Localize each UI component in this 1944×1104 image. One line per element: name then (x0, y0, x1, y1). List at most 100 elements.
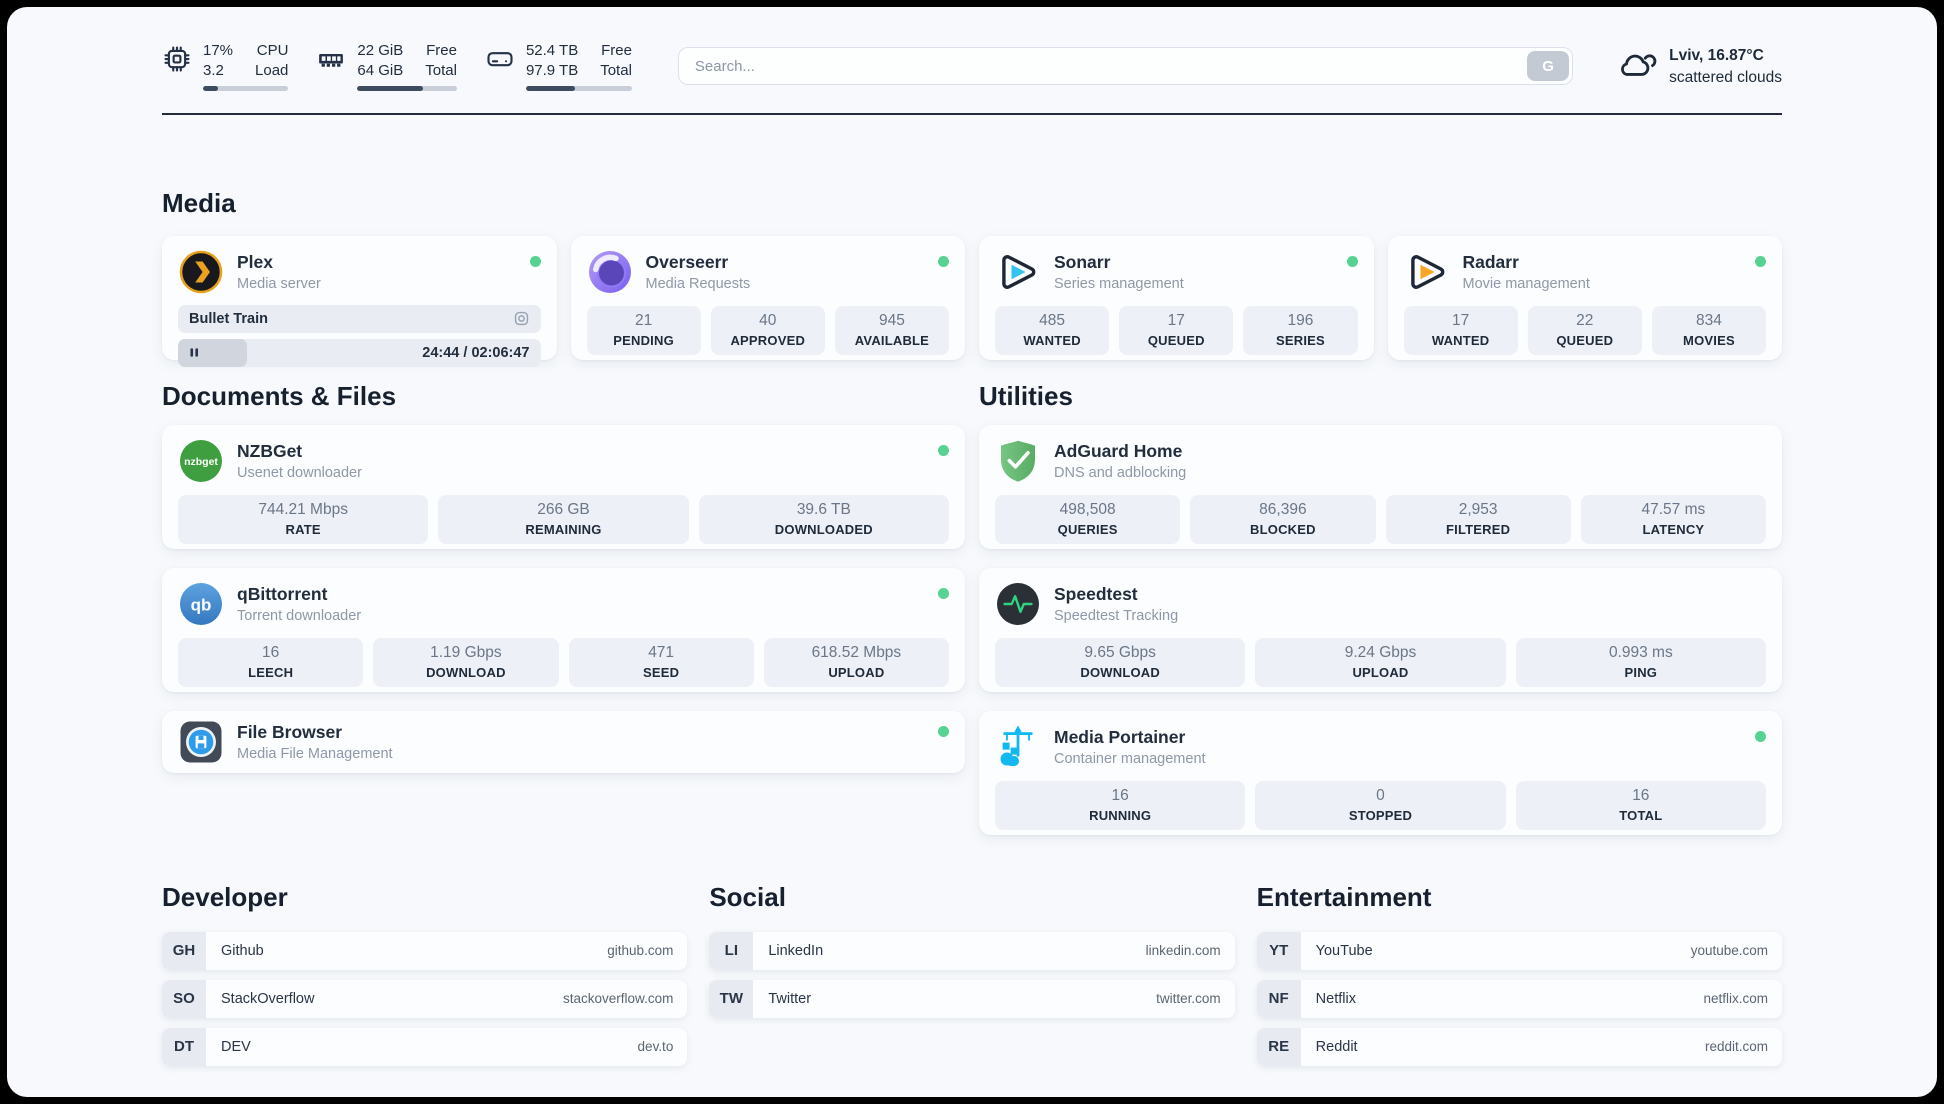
bookmark-group-developer: Developer GH Github github.com SO StackO… (162, 881, 688, 1076)
utilities-column: Utilities AdGuard Home DNS and adblockin… (979, 380, 1782, 835)
status-dot (938, 255, 949, 267)
weather-location: Lviv, 16.87°C (1669, 47, 1764, 64)
status-dot (938, 725, 949, 737)
nzbget-icon: nzbget (178, 438, 224, 484)
app-card-qbittorrent[interactable]: qb qBittorrent Torrent downloader 16 LEE… (162, 567, 965, 692)
bookmark-name: LinkedIn (768, 942, 824, 959)
memory-free-value: 22 GiB (357, 42, 404, 59)
cpu-usage-value: 17% (203, 42, 234, 59)
stat-pending: 21 PENDING (586, 305, 701, 355)
bookmark-url: github.com (607, 943, 674, 959)
memory-widget: 22 GiB 64 GiB Free Total (316, 41, 457, 91)
svg-text:qb: qb (191, 595, 212, 614)
bookmark-youtube[interactable]: YT YouTube youtube.com (1256, 931, 1782, 970)
memory-free-label: Free (426, 42, 457, 59)
disk-progress-fill (525, 85, 575, 91)
app-title: Plex (237, 251, 273, 272)
app-card-portainer[interactable]: Media Portainer Container management 16 … (979, 710, 1782, 835)
stat-queries: 498,508 QUERIES (995, 494, 1181, 544)
now-playing-title-row: Bullet Train (178, 304, 541, 333)
pause-button[interactable] (189, 347, 200, 358)
weather-widget: Lviv, 16.87°C scattered clouds (1615, 45, 1782, 88)
bookmark-abbr: LI (709, 931, 754, 970)
bookmark-github[interactable]: GH Github github.com (162, 931, 688, 970)
bookmark-url: reddit.com (1704, 1039, 1768, 1055)
bookmark-name: Reddit (1315, 1038, 1358, 1055)
section-title-social: Social (709, 881, 786, 912)
bookmark-name: YouTube (1315, 942, 1373, 959)
app-card-filebrowser[interactable]: File Browser Media File Management (162, 710, 965, 773)
now-playing-title: Bullet Train (189, 310, 268, 327)
app-card-sonarr[interactable]: Sonarr Series management 485 WANTED 17 Q… (979, 235, 1374, 360)
disk-total-value: 97.9 TB (525, 61, 579, 79)
bookmark-stackoverflow[interactable]: SO StackOverflow stackoverflow.com (162, 979, 688, 1018)
disk-widget: 52.4 TB 97.9 TB Free Total (485, 41, 632, 91)
qbittorrent-icon: qb (178, 581, 224, 627)
cpu-progress-fill (203, 85, 218, 91)
section-title-media: Media (162, 187, 236, 218)
stat-approved: 40 APPROVED (710, 305, 825, 355)
app-title: Media Portainer (1054, 726, 1186, 747)
bookmark-twitter[interactable]: TW Twitter twitter.com (709, 979, 1235, 1018)
app-title: Overseerr (645, 251, 729, 272)
app-card-radarr[interactable]: Radarr Movie management 17 WANTED 22 QUE… (1387, 235, 1782, 360)
stat-blocked: 86,396 BLOCKED (1190, 494, 1376, 544)
bookmark-name: Netflix (1315, 990, 1356, 1007)
weather-condition: scattered clouds (1669, 68, 1782, 86)
bookmark-linkedin[interactable]: LI LinkedIn linkedin.com (709, 931, 1235, 970)
bookmark-url: youtube.com (1690, 943, 1768, 959)
memory-total-value: 64 GiB (357, 61, 404, 79)
cpu-progress-bar (203, 85, 289, 91)
speedtest-icon (995, 581, 1041, 627)
adguard-icon (995, 438, 1041, 484)
search-provider-button[interactable]: G (1527, 51, 1570, 81)
bookmark-abbr: YT (1256, 931, 1301, 970)
app-card-plex[interactable]: Plex Media server Bullet Train 24:44 / 0… (162, 235, 557, 367)
section-title-entertainment: Entertainment (1256, 881, 1432, 912)
stat-ping: 0.993 ms PING (1515, 637, 1766, 687)
status-dot (1755, 730, 1766, 742)
stat-upload: 9.24 Gbps UPLOAD (1255, 637, 1506, 687)
bookmark-netflix[interactable]: NF Netflix netflix.com (1256, 979, 1782, 1018)
resource-widgets: 17% 3.2 CPU Load 22 GiB 64 GiB Free Tota… (162, 41, 632, 91)
app-card-nzbget[interactable]: nzbget NZBGet Usenet downloader 744.21 M… (162, 424, 965, 549)
bookmark-abbr: DT (162, 1027, 206, 1066)
screen-frame: 17% 3.2 CPU Load 22 GiB 64 GiB Free Tota… (0, 0, 1944, 1104)
app-card-overseerr[interactable]: Overseerr Media Requests 21 PENDING 40 A… (570, 235, 965, 360)
status-dot (1755, 255, 1766, 267)
app-description: Container management (1054, 750, 1206, 767)
cloud-icon (1615, 48, 1657, 85)
app-description: Series management (1054, 275, 1184, 292)
filebrowser-icon (178, 719, 224, 765)
bookmark-group-social: Social LI LinkedIn linkedin.com TW Twitt… (709, 881, 1235, 1076)
app-title: Radarr (1462, 251, 1519, 272)
topbar: 17% 3.2 CPU Load 22 GiB 64 GiB Free Tota… (162, 41, 1782, 91)
overseerr-icon (587, 249, 633, 295)
playback-time: 24:44 / 02:06:47 (422, 344, 530, 361)
topbar-divider (162, 112, 1782, 115)
plex-now-playing: Bullet Train 24:44 / 02:06:47 (178, 304, 541, 367)
bookmark-name: Github (221, 942, 264, 959)
sonarr-icon (995, 249, 1041, 295)
bookmark-abbr: TW (709, 979, 754, 1018)
app-card-speedtest[interactable]: Speedtest Speedtest Tracking 9.65 Gbps D… (979, 567, 1782, 692)
app-description: Media Requests (645, 275, 751, 292)
section-title-documents: Documents & Files (162, 380, 397, 411)
bookmark-reddit[interactable]: RE Reddit reddit.com (1256, 1027, 1782, 1066)
stat-downloaded: 39.6 TB DOWNLOADED (698, 494, 949, 544)
bookmark-dev[interactable]: DT DEV dev.to (162, 1027, 688, 1066)
bookmark-name: DEV (221, 1038, 251, 1055)
app-card-adguard[interactable]: AdGuard Home DNS and adblocking 498,508 … (979, 424, 1782, 549)
disk-icon (485, 44, 515, 91)
app-title: qBittorrent (237, 583, 328, 604)
bookmark-abbr: SO (162, 979, 206, 1018)
stat-download: 9.65 Gbps DOWNLOAD (995, 637, 1246, 687)
stat-filtered: 2,953 FILTERED (1385, 494, 1571, 544)
app-title: Speedtest (1054, 583, 1138, 604)
bookmark-abbr: NF (1256, 979, 1301, 1018)
radarr-icon (1404, 249, 1450, 295)
stat-wanted: 17 WANTED (1403, 305, 1518, 355)
app-description: Media File Management (237, 745, 393, 762)
search-input[interactable] (677, 47, 1574, 85)
bookmark-abbr: GH (162, 931, 206, 970)
